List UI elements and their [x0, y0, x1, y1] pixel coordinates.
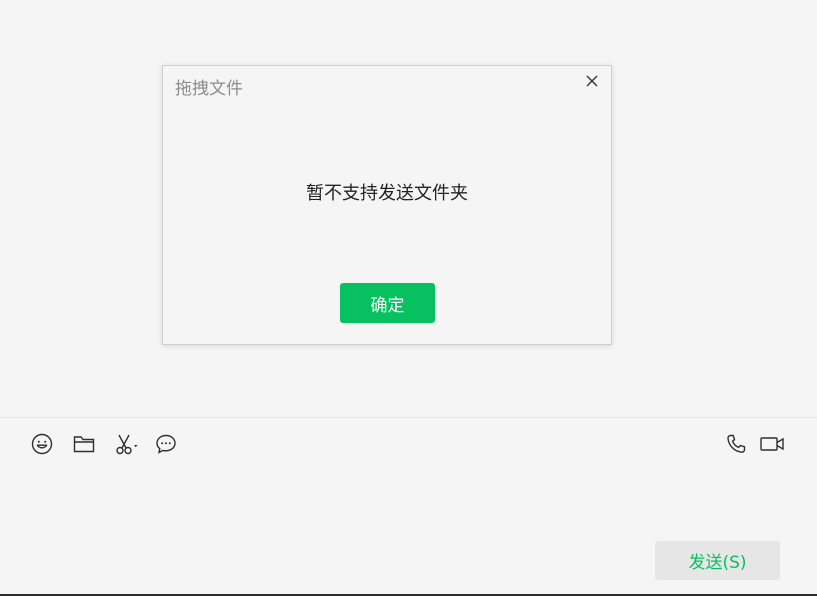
dialog-message: 暂不支持发送文件夹 — [306, 183, 468, 204]
drag-file-dialog: 拖拽文件 暂不支持发送文件夹 确定 — [162, 65, 612, 345]
close-icon[interactable] — [583, 72, 601, 90]
folder-icon[interactable] — [71, 431, 97, 457]
chat-bubble-icon[interactable] — [153, 431, 179, 457]
scissors-icon[interactable] — [111, 431, 141, 457]
emoji-icon[interactable] — [29, 431, 55, 457]
message-composer: 发送(S) — [0, 418, 817, 594]
confirm-button[interactable]: 确定 — [340, 283, 435, 323]
send-button[interactable]: 发送(S) — [655, 541, 780, 580]
phone-icon[interactable] — [723, 431, 749, 457]
video-call-icon[interactable] — [758, 431, 786, 457]
dialog-title: 拖拽文件 — [175, 79, 243, 99]
